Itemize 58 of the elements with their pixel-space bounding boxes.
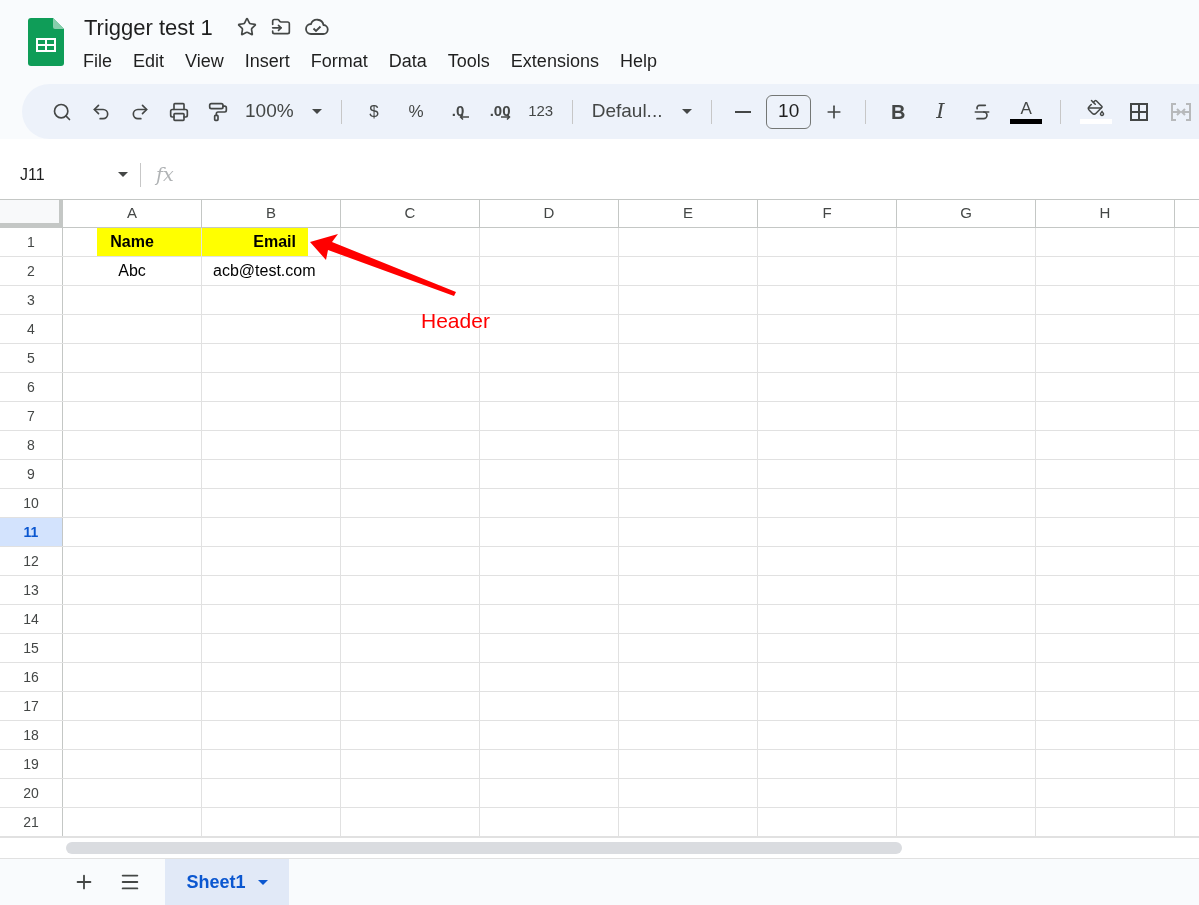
currency-button[interactable]: $ (356, 95, 392, 128)
caret-icon (118, 172, 128, 177)
cloud-check-icon[interactable] (304, 18, 329, 36)
menu-item[interactable]: Edit (133, 48, 165, 75)
search-icon (52, 101, 72, 122)
menu-item[interactable]: View (185, 48, 224, 75)
row-header[interactable]: 11 (0, 518, 63, 546)
menu-item[interactable]: Tools (447, 48, 490, 75)
column-header[interactable]: E (619, 200, 758, 227)
column-header[interactable]: C (341, 200, 480, 227)
minus-icon (735, 110, 752, 113)
column-header[interactable]: H (1036, 200, 1175, 227)
caret-icon (311, 109, 322, 114)
left-arrow-icon (459, 114, 470, 120)
menu-item[interactable]: Help (619, 48, 657, 75)
menu-item[interactable]: Format (310, 48, 368, 75)
cell-text: Email (253, 232, 296, 252)
document-title[interactable]: Trigger test 1 (84, 10, 213, 44)
column-header[interactable]: A (63, 200, 202, 227)
printer-icon (169, 101, 189, 122)
menu-item[interactable]: Extensions (510, 48, 599, 75)
cell-text: acb@test.com (213, 261, 316, 281)
percent-button[interactable]: % (398, 95, 434, 128)
column-header[interactable]: D (480, 200, 619, 227)
paint-bucket-icon (1086, 99, 1105, 117)
column-header[interactable]: B (202, 200, 341, 227)
star-icon[interactable] (236, 17, 257, 37)
redo-icon (130, 101, 150, 122)
name-box[interactable]: J11 (0, 162, 140, 187)
borders-icon (1129, 101, 1150, 122)
cell-text: Abc (118, 261, 146, 281)
font-size-field[interactable]: 10 (766, 94, 811, 129)
sheets-logo-icon[interactable] (28, 18, 64, 66)
paint-roller-icon (208, 101, 228, 122)
increase-decimal-button[interactable]: .00 (482, 95, 518, 128)
scrollbar-thumb[interactable] (66, 842, 902, 854)
formula-label: fx (156, 162, 174, 188)
column-header[interactable]: F (758, 200, 897, 227)
cell-text: Name (110, 232, 154, 252)
font-dropdown[interactable]: Defaul... (587, 95, 697, 128)
decrease-decimal-button[interactable]: .0 (440, 95, 476, 128)
folder-icon[interactable] (270, 17, 291, 37)
caret-icon (257, 879, 268, 885)
menu-item[interactable]: Data (388, 48, 427, 75)
merge-icon (1170, 101, 1193, 122)
annotation-label: Header (421, 308, 490, 334)
caret-icon (682, 109, 693, 114)
text-color-button[interactable]: A (1006, 95, 1046, 128)
right-arrow-icon (501, 114, 512, 120)
undo-icon (91, 101, 111, 122)
sheet-tab[interactable]: Sheet1 (165, 858, 289, 905)
italic-button[interactable]: I (922, 95, 958, 128)
number-format-button[interactable]: 123 (524, 95, 557, 128)
menu-item[interactable]: Insert (244, 48, 290, 75)
zoom-dropdown[interactable]: 100% (241, 95, 326, 128)
bold-button[interactable]: B (880, 95, 916, 128)
menu-item[interactable]: File (83, 48, 112, 75)
column-header[interactable]: G (897, 200, 1036, 227)
